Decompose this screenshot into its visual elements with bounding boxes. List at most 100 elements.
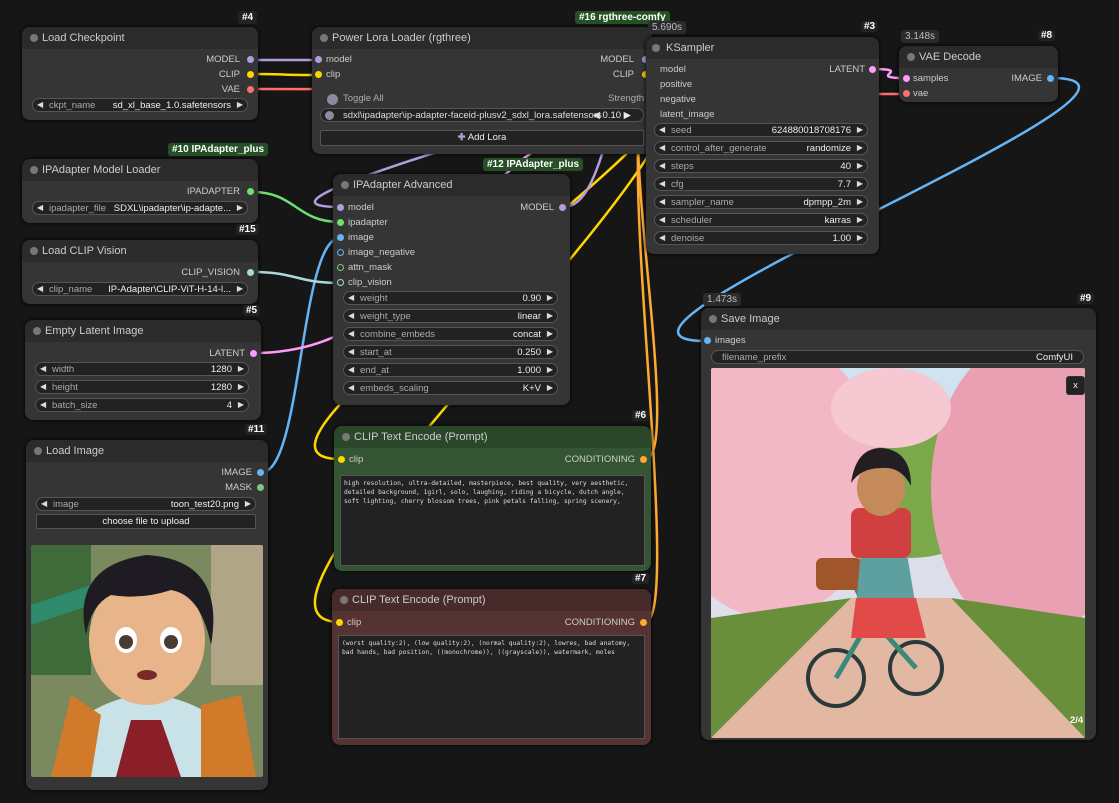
node-title[interactable]: KSampler	[646, 37, 879, 59]
input-clip-vision-socket[interactable]	[337, 279, 344, 286]
ipadapter-file-combo[interactable]: ◀ ipadapter_file SDXL\ipadapter\ip-adapte.…	[32, 201, 248, 215]
scheduler-combo[interactable]: ◀ scheduler karras ▶	[654, 213, 868, 227]
node-title[interactable]: VAE Decode	[899, 46, 1058, 68]
output-model-socket[interactable]	[559, 204, 566, 211]
width-widget[interactable]: ◀ width 1280 ▶	[35, 362, 249, 376]
toggle-all-switch[interactable]	[327, 94, 338, 105]
output-clip: CLIP	[218, 69, 240, 80]
node-title[interactable]: Load Checkpoint	[22, 27, 258, 49]
ksampler-node[interactable]: KSampler model positive negative latent_…	[646, 37, 879, 254]
prompt-textarea[interactable]: high resolution, ultra-detailed, masterp…	[340, 475, 645, 566]
load-checkpoint-node[interactable]: Load Checkpoint MODEL CLIP VAE ◀ ckpt_nam…	[22, 27, 258, 120]
node-title[interactable]: CLIP Text Encode (Prompt)	[334, 426, 651, 448]
output-latent-socket[interactable]	[869, 66, 876, 73]
weight-type-combo[interactable]: ◀ weight_type linear ▶	[343, 309, 558, 323]
steps-widget[interactable]: ◀ steps 40 ▶	[654, 159, 868, 173]
output-image-socket[interactable]	[1047, 75, 1054, 82]
sampler-name-combo[interactable]: ◀ sampler_name dpmpp_2m ▶	[654, 195, 868, 209]
input-samples-socket[interactable]	[903, 75, 910, 82]
input-clip: clip	[347, 617, 362, 628]
lora-row[interactable]: sdxl\ipadapter\ip-adapter-faceid-plusv2_…	[320, 108, 644, 122]
output-conditioning-socket[interactable]	[640, 456, 647, 463]
end-at-widget[interactable]: ◀ end_at 1.000 ▶	[343, 363, 558, 377]
output-model: MODEL	[600, 54, 634, 65]
output-vae-socket[interactable]	[247, 86, 254, 93]
input-images: images	[715, 335, 746, 346]
lora-name[interactable]: sdxl\ipadapter\ip-adapter-faceid-plusv2_…	[343, 110, 602, 121]
node-title[interactable]: Empty Latent Image	[25, 320, 261, 342]
add-lora-button[interactable]: ✚ Add Lora	[320, 130, 644, 146]
start-at-widget[interactable]: ◀ start_at 0.250 ▶	[343, 345, 558, 359]
close-icon[interactable]: x	[1066, 376, 1085, 395]
input-ipadapter: ipadapter	[348, 217, 388, 228]
input-clip-socket[interactable]	[315, 71, 322, 78]
batch-size-widget[interactable]: ◀ batch_size 4 ▶	[35, 398, 249, 412]
node-title[interactable]: IPAdapter Model Loader	[22, 159, 258, 181]
prompt-textarea[interactable]: (worst quality:2), (low quality:2), (nor…	[338, 635, 645, 739]
output-model-socket[interactable]	[247, 56, 254, 63]
node-title[interactable]: Save Image	[701, 308, 1096, 330]
save-image-node[interactable]: Save Image images filename_prefix ComfyUI	[701, 308, 1096, 740]
output-conditioning-socket[interactable]	[640, 619, 647, 626]
input-vae-socket[interactable]	[903, 90, 910, 97]
node-title[interactable]: Power Lora Loader (rgthree)	[312, 27, 652, 49]
node-title-text: CLIP Text Encode (Prompt)	[354, 431, 488, 443]
output-latent-socket[interactable]	[250, 350, 257, 357]
clip-text-encode-negative-node[interactable]: CLIP Text Encode (Prompt) clip CONDITION…	[332, 589, 651, 745]
image-combo[interactable]: ◀ image toon_test20.png ▶	[36, 497, 256, 511]
input-model: model	[348, 202, 374, 213]
plus-icon: ✚	[457, 132, 466, 143]
vae-decode-node[interactable]: VAE Decode samples vae IMAGE	[899, 46, 1058, 102]
denoise-widget[interactable]: ◀ denoise 1.00 ▶	[654, 231, 868, 245]
cfg-widget[interactable]: ◀ cfg 7.7 ▶	[654, 177, 868, 191]
embeds-scaling-combo[interactable]: ◀ embeds_scaling K+V ▶	[343, 381, 558, 395]
filename-prefix-widget[interactable]: filename_prefix ComfyUI	[711, 350, 1084, 364]
output-image-preview[interactable]	[711, 368, 1085, 738]
load-clip-vision-node[interactable]: Load CLIP Vision CLIP_VISION ◀ clip_name I…	[22, 240, 258, 304]
output-clip-vision-socket[interactable]	[247, 269, 254, 276]
input-model-socket[interactable]	[315, 56, 322, 63]
empty-latent-image-node[interactable]: Empty Latent Image LATENT ◀ width 1280 ▶ ◀ h…	[25, 320, 261, 420]
input-clip-socket[interactable]	[338, 456, 345, 463]
clip-text-encode-positive-node[interactable]: CLIP Text Encode (Prompt) clip CONDITION…	[334, 426, 651, 571]
ipadapter-model-loader-node[interactable]: IPAdapter Model Loader IPADAPTER ◀ ipadap…	[22, 159, 258, 223]
node-title-text: Load Image	[46, 445, 105, 457]
lora-toggle[interactable]	[325, 111, 334, 120]
output-ipadapter-socket[interactable]	[247, 188, 254, 195]
choose-file-button[interactable]: choose file to upload	[36, 514, 256, 529]
input-attn-mask: attn_mask	[348, 262, 392, 273]
ckpt-name-combo[interactable]: ◀ ckpt_name sd_xl_base_1.0.safetensors ▶	[32, 98, 248, 112]
height-widget[interactable]: ◀ height 1280 ▶	[35, 380, 249, 394]
node-title-text: Empty Latent Image	[45, 325, 144, 337]
output-image-socket[interactable]	[257, 469, 264, 476]
power-lora-loader-node[interactable]: Power Lora Loader (rgthree) model clip M…	[312, 27, 652, 154]
control-after-generate-combo[interactable]: ◀ control_after_generate randomize ▶	[654, 141, 868, 155]
node-title-text: Power Lora Loader (rgthree)	[332, 32, 471, 44]
weight-widget[interactable]: ◀ weight 0.90 ▶	[343, 291, 558, 305]
input-ipadapter-socket[interactable]	[337, 219, 344, 226]
seed-widget[interactable]: ◀ seed 624880018708176 ▶	[654, 123, 868, 137]
input-image-preview	[31, 545, 263, 777]
input-model-socket[interactable]	[337, 204, 344, 211]
input-image-socket[interactable]	[337, 234, 344, 241]
node-title[interactable]: IPAdapter Advanced	[333, 174, 570, 196]
output-mask-socket[interactable]	[257, 484, 264, 491]
output-model: MODEL	[520, 202, 554, 213]
input-image-negative-socket[interactable]	[337, 249, 344, 256]
load-image-node[interactable]: Load Image IMAGE MASK ◀ image toon_test20.…	[26, 440, 268, 790]
node-title[interactable]: Load Image	[26, 440, 268, 462]
input-attn-mask-socket[interactable]	[337, 264, 344, 271]
lora-strength: ◀ 0.10 ▶	[592, 110, 631, 121]
node-title[interactable]: CLIP Text Encode (Prompt)	[332, 589, 651, 611]
output-clip-socket[interactable]	[247, 71, 254, 78]
wire-clipvision-adv	[252, 270, 341, 285]
input-images-socket[interactable]	[704, 337, 711, 344]
ipadapter-advanced-node[interactable]: IPAdapter Advanced model ipadapter image…	[333, 174, 570, 405]
clip-name-combo[interactable]: ◀ clip_name IP-Adapter\CLIP-ViT-H-14-l... ▶	[32, 282, 248, 296]
input-clip-socket[interactable]	[336, 619, 343, 626]
input-latent-image: latent_image	[660, 109, 715, 120]
node-title[interactable]: Load CLIP Vision	[22, 240, 258, 262]
node-graph-canvas[interactable]: #4 Load Checkpoint MODEL CLIP VAE ◀ ckpt_…	[0, 0, 1119, 803]
input-model: model	[660, 64, 686, 75]
combine-embeds-combo[interactable]: ◀ combine_embeds concat ▶	[343, 327, 558, 341]
